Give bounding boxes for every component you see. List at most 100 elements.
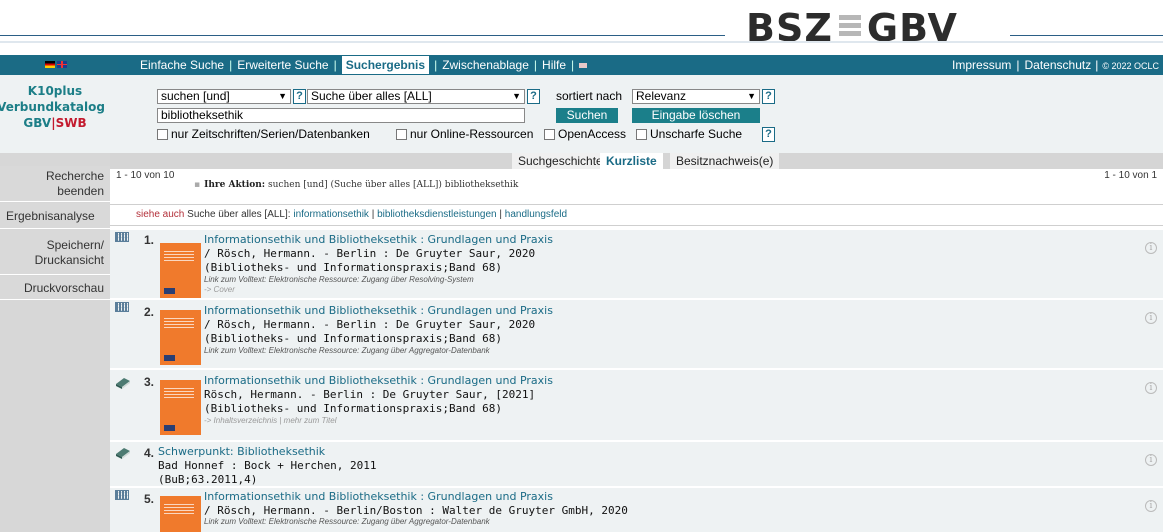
result-title[interactable]: Schwerpunkt: Bibliotheksethik xyxy=(158,445,325,458)
sidebar-ergebnisanalyse[interactable]: Ergebnisanalyse xyxy=(0,203,110,229)
book-icon xyxy=(116,448,130,459)
datenschutz-link[interactable]: Datenschutz xyxy=(1025,58,1092,72)
result-fulltext-link[interactable]: Link zum Volltext: Elektronische Ressour… xyxy=(204,275,474,284)
result-count-right: 1 - 10 von 1 xyxy=(1104,170,1157,181)
result-title[interactable]: Informationsethik und Bibliotheksethik :… xyxy=(204,374,553,387)
result-title[interactable]: Informationsethik und Bibliotheksethik :… xyxy=(204,490,553,503)
brand-k10plus: K10plus xyxy=(27,84,83,98)
mail-icon[interactable] xyxy=(579,63,588,68)
brand-verbundkatalog: Verbundkatalog xyxy=(0,100,105,114)
info-icon[interactable]: i xyxy=(1145,312,1157,324)
nav-right: Impressum | Datenschutz | © 2022 OCLC xyxy=(952,58,1159,72)
logo-gbv: GBV xyxy=(866,6,958,50)
checkbox-icon xyxy=(157,129,168,140)
header-rule-right xyxy=(1010,35,1163,36)
impressum-link[interactable]: Impressum xyxy=(952,58,1011,72)
see-also-link[interactable]: bibliotheksdienstleistungen xyxy=(377,209,497,220)
info-icon[interactable]: i xyxy=(1145,382,1157,394)
english-flag-icon[interactable] xyxy=(57,61,67,68)
field-select[interactable]: Suche über alles [ALL] ▼ xyxy=(307,89,525,104)
result-tabs: Suchgeschichte Kurzliste Besitznachweis(… xyxy=(110,153,1163,169)
result-count: 1 - 10 von 10 xyxy=(116,170,175,181)
result-fulltext-link[interactable]: Link zum Volltext: Elektronische Ressour… xyxy=(204,346,490,355)
checkbox-openaccess[interactable]: OpenAccess xyxy=(544,127,626,142)
info-icon[interactable]: i xyxy=(1145,454,1157,466)
tab-kurzliste[interactable]: Kurzliste xyxy=(600,153,663,169)
nav-einfache-suche[interactable]: Einfache Suche xyxy=(140,58,224,72)
sidebar-recherche-beenden[interactable]: Recherche beenden xyxy=(0,166,110,202)
nav-zwischenablage[interactable]: Zwischenablage xyxy=(442,58,529,72)
result-item: 4. Schwerpunkt: Bibliotheksethik Bad Hon… xyxy=(110,442,1163,486)
sort-select[interactable]: Relevanz ▼ xyxy=(632,89,760,104)
search-button[interactable]: Suchen xyxy=(556,108,618,123)
chevron-down-icon: ▼ xyxy=(512,91,521,101)
chevron-down-icon: ▼ xyxy=(278,91,287,101)
see-also: siehe auch Suche über alles [ALL]: infor… xyxy=(136,209,568,220)
result-number: 3. xyxy=(144,375,155,389)
help-icon[interactable]: ? xyxy=(762,89,775,104)
result-item: 1. Informationsethik und Bibliotheksethi… xyxy=(110,230,1163,298)
nav-suchergebnis[interactable]: Suchergebnis xyxy=(341,56,430,74)
checkbox-icon xyxy=(544,129,555,140)
help-icon[interactable]: ? xyxy=(293,89,306,104)
book-cover[interactable] xyxy=(160,243,201,298)
result-title[interactable]: Informationsethik und Bibliotheksethik :… xyxy=(204,304,553,317)
nav-menu: Einfache Suche | Erweiterte Suche | Sucherge… xyxy=(140,55,588,75)
info-icon[interactable]: i xyxy=(1145,242,1157,254)
checkbox-icon xyxy=(396,129,407,140)
checkbox-unscharfe-suche[interactable]: Unscharfe Suche xyxy=(636,127,742,142)
result-number: 4. xyxy=(144,446,155,460)
nav-erweiterte-suche[interactable]: Erweiterte Suche xyxy=(237,58,328,72)
main-nav: Einfache Suche | Erweiterte Suche | Sucherge… xyxy=(0,55,1163,75)
result-item: 5. Informationsethik und Bibliotheksethi… xyxy=(110,488,1163,532)
tab-suchgeschichte[interactable]: Suchgeschichte xyxy=(512,153,609,169)
catalog-brand: K10plus Verbundkatalog GBV|SWB xyxy=(0,75,110,153)
sidebar-speichern-druckansicht[interactable]: Speichern/ Druckansicht xyxy=(0,230,110,275)
bsz-gbv-logo: BSZ GBV xyxy=(746,6,958,50)
result-number: 1. xyxy=(144,233,155,247)
divider xyxy=(110,204,1163,205)
see-also-link[interactable]: handlungsfeld xyxy=(505,209,567,220)
header: BSZ GBV xyxy=(0,0,1163,60)
clear-input-button[interactable]: Eingabe löschen xyxy=(632,108,760,123)
result-author: / Rösch, Hermann. - Berlin : De Gruyter … xyxy=(204,247,536,260)
result-title[interactable]: Informationsethik und Bibliotheksethik :… xyxy=(204,233,553,246)
your-action: ▪ Ihre Aktion: suchen [und] (Suche über a… xyxy=(194,180,519,190)
nav-hilfe[interactable]: Hilfe xyxy=(542,58,566,72)
checkbox-online[interactable]: nur Online-Ressourcen xyxy=(396,127,533,142)
checkbox-zeitschriften[interactable]: nur Zeitschriften/Serien/Datenbanken xyxy=(157,127,370,142)
divider xyxy=(110,225,1163,226)
book-cover[interactable] xyxy=(160,496,201,532)
result-toc-link[interactable]: -> Inhaltsverzeichnis | mehr zum Titel xyxy=(204,416,337,425)
help-icon[interactable]: ? xyxy=(527,89,540,104)
result-author: / Rösch, Hermann. - Berlin : De Gruyter … xyxy=(204,318,536,331)
info-icon[interactable]: i xyxy=(1145,500,1157,512)
result-series: (Bibliotheks- und Informationspraxis;Ban… xyxy=(204,332,503,345)
book-cover[interactable] xyxy=(160,310,201,365)
checkbox-icon xyxy=(636,129,647,140)
sort-label: sortiert nach xyxy=(556,89,623,103)
help-icon[interactable]: ? xyxy=(762,127,775,142)
language-switch xyxy=(0,55,118,75)
result-number: 5. xyxy=(144,492,155,506)
result-fulltext-link[interactable]: Link zum Volltext: Elektronische Ressour… xyxy=(204,517,490,526)
see-also-link[interactable]: informationsethik xyxy=(293,209,369,220)
result-item: 2. Informationsethik und Bibliotheksethi… xyxy=(110,300,1163,368)
search-input[interactable]: bibliotheksethik xyxy=(157,108,525,123)
logo-bsz: BSZ xyxy=(746,6,833,50)
book-cover[interactable] xyxy=(160,380,201,435)
results-header: 1 - 10 von 10 ▪ Ihre Aktion: suchen [und]… xyxy=(110,170,1163,204)
online-resource-icon xyxy=(115,490,129,500)
header-rule-left xyxy=(0,35,725,36)
result-series: (Bibliotheks- und Informationspraxis;Ban… xyxy=(204,261,503,274)
sidebar-druckvorschau[interactable]: Druckvorschau xyxy=(0,276,110,300)
tab-besitznachweise[interactable]: Besitznachweis(e) xyxy=(670,153,780,169)
book-icon xyxy=(116,378,130,389)
operator-select[interactable]: suchen [und] ▼ xyxy=(157,89,291,104)
result-author: Bad Honnef : Bock + Herchen, 2011 xyxy=(158,459,377,472)
german-flag-icon[interactable] xyxy=(45,61,55,68)
result-author: / Rösch, Hermann. - Berlin/Boston : Walt… xyxy=(204,504,628,517)
result-cover-link[interactable]: -> Cover xyxy=(204,285,235,294)
search-form: suchen [und] ▼ ? Suche über alles [ALL] ▼ … xyxy=(110,75,1163,153)
header-divider xyxy=(0,41,1163,43)
